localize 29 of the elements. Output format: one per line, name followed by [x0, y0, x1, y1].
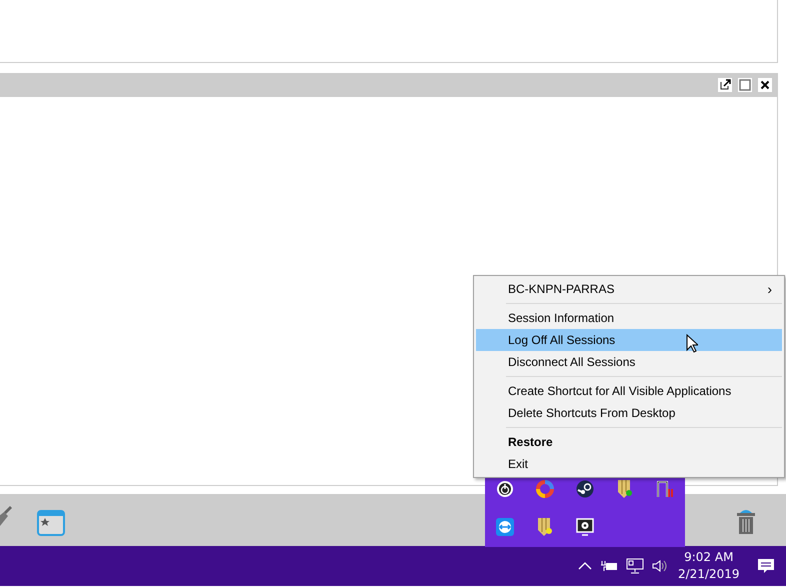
menu-item[interactable]: Create Shortcut for All Visible Applications	[476, 380, 782, 402]
clock-date[interactable]: 2/21/2019	[678, 566, 740, 583]
close-icon[interactable]	[758, 78, 772, 92]
maximize-icon[interactable]	[738, 78, 752, 92]
menu-item[interactable]: Log Off All Sessions	[476, 329, 782, 351]
clock-time[interactable]: 9:02 AM	[684, 549, 734, 566]
chevron-up-icon[interactable]	[578, 561, 592, 571]
monitor-gear-icon[interactable]	[576, 518, 594, 536]
menu-item[interactable]: Exit	[476, 453, 782, 475]
battery-plug-icon[interactable]	[600, 559, 618, 573]
remote-arrows-icon[interactable]	[496, 518, 514, 536]
trash-icon[interactable]	[736, 509, 756, 535]
shield-warning-icon[interactable]	[536, 517, 554, 537]
submenu-arrow: ›	[767, 281, 772, 297]
network-icon[interactable]	[626, 558, 644, 574]
ring-icon[interactable]	[536, 480, 554, 498]
shield-status-icon[interactable]	[616, 479, 634, 499]
menu-item[interactable]: Delete Shortcuts From Desktop	[476, 402, 782, 424]
menu-item[interactable]: Restore	[476, 431, 782, 453]
power-icon[interactable]	[496, 480, 514, 498]
bars-icon[interactable]	[656, 480, 674, 498]
menu-item[interactable]: Session Information	[476, 307, 782, 329]
notification-icon[interactable]	[758, 558, 774, 574]
popout-icon[interactable]	[718, 78, 732, 92]
steam-icon[interactable]	[576, 480, 594, 498]
volume-icon[interactable]	[652, 559, 668, 573]
menu-item[interactable]: Disconnect All Sessions	[476, 351, 782, 373]
menu-item[interactable]: BC-KNPN-PARRAS ›	[476, 278, 782, 300]
mouse-cursor-icon	[686, 334, 698, 353]
